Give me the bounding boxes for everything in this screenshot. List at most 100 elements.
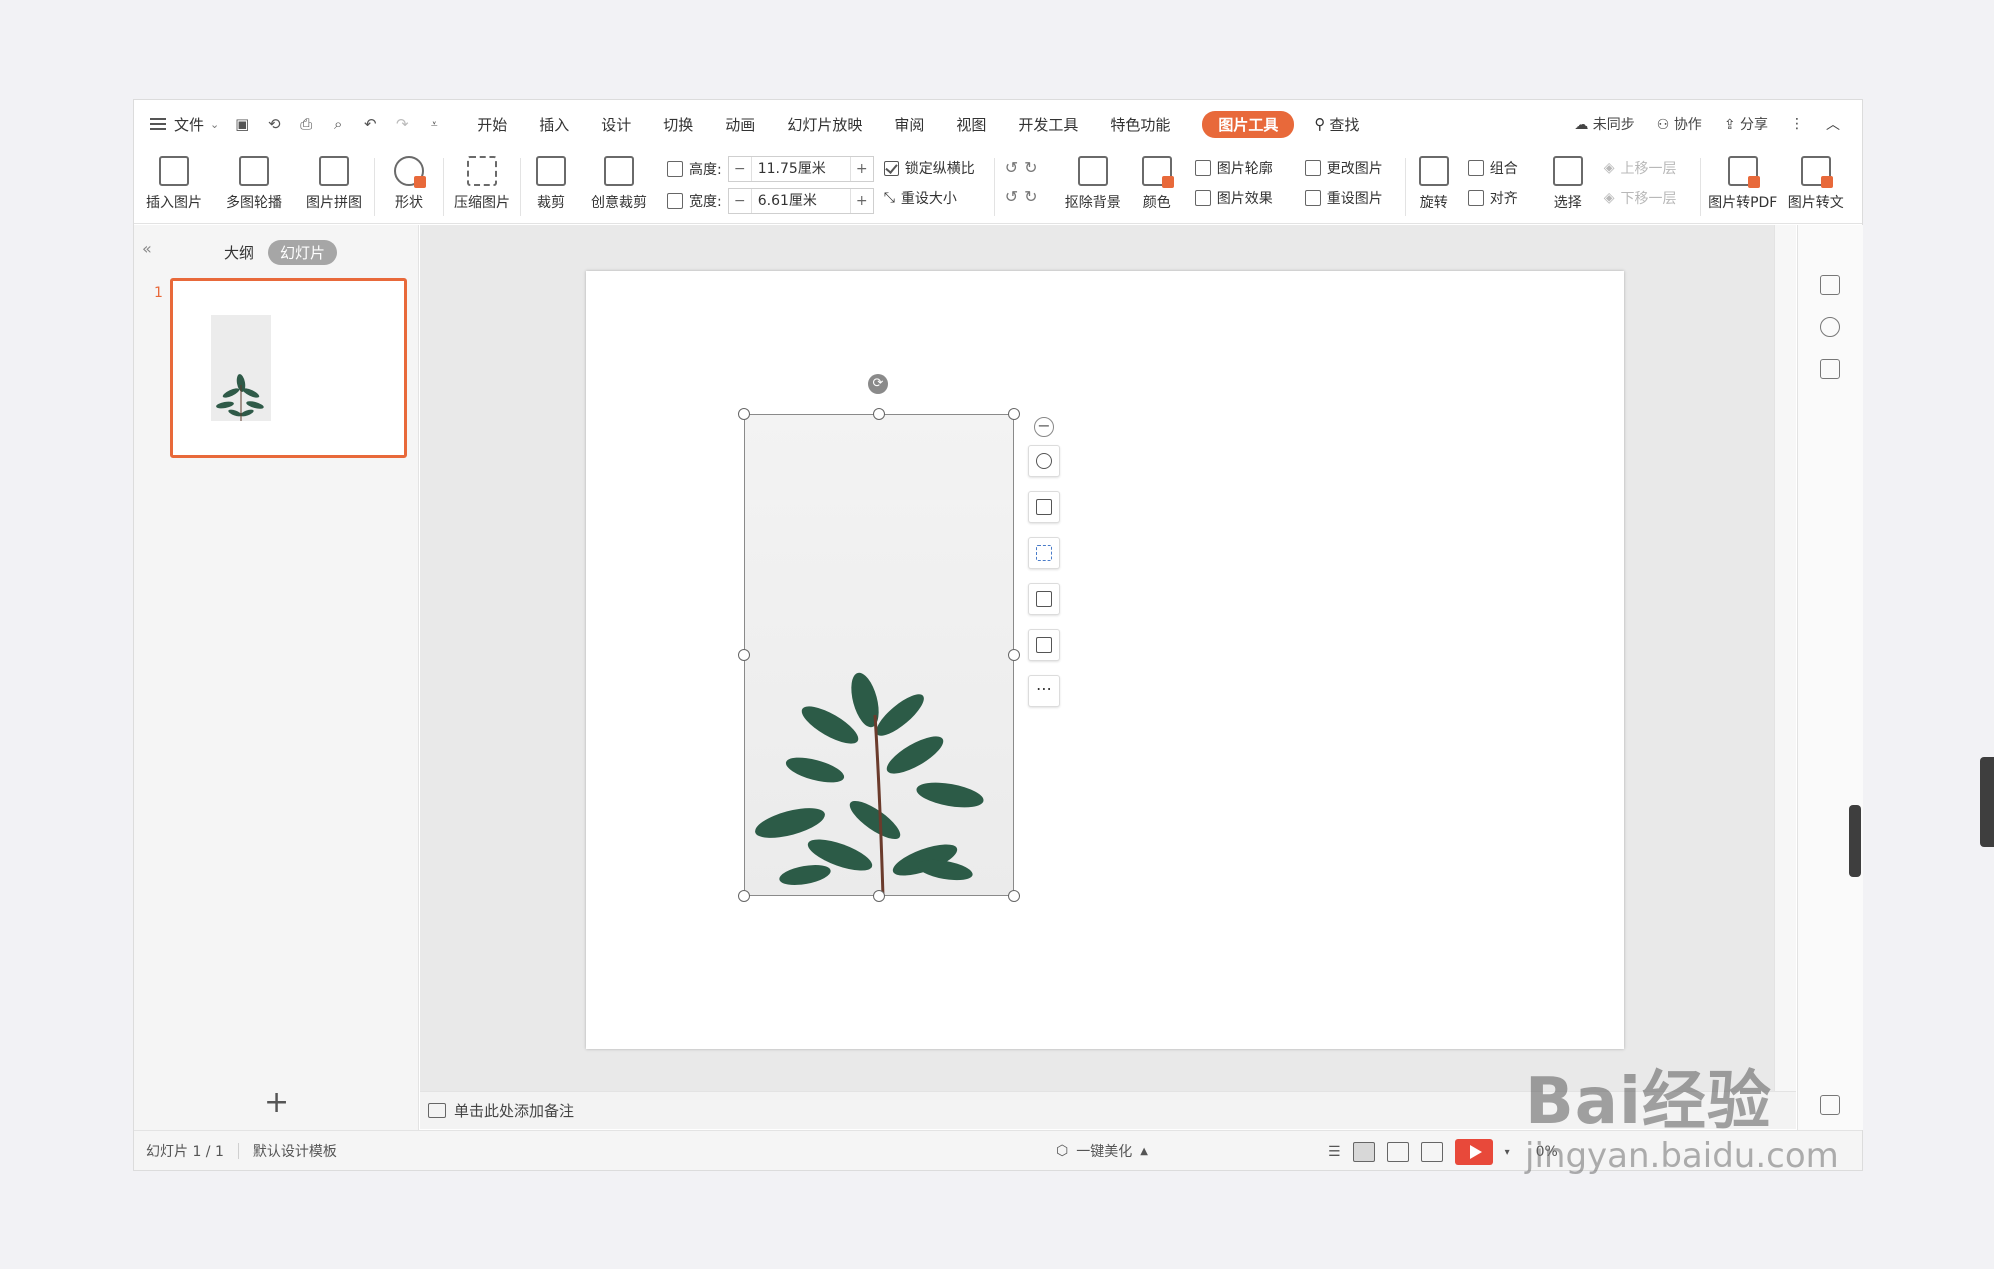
sorter-view-button[interactable] <box>1386 1142 1409 1162</box>
plant-image <box>755 672 984 898</box>
template-name[interactable]: 默认设计模板 <box>253 1141 337 1161</box>
picture-effect-button[interactable]: 图片效果 <box>1194 188 1299 208</box>
width-value[interactable]: 6.61厘米 <box>750 189 851 213</box>
more-icon[interactable]: ⋮ <box>1790 116 1804 132</box>
width-decrease[interactable]: − <box>729 193 751 209</box>
float-crop-button[interactable] <box>1028 491 1060 523</box>
resize-handle[interactable] <box>738 408 750 420</box>
tab-picture-tools[interactable]: 图片工具 <box>1202 110 1295 138</box>
flip-right-icon[interactable]: ↻ <box>1024 187 1037 206</box>
slide[interactable]: ⟳ − ⋯ <box>586 271 1624 1049</box>
reading-view-button[interactable] <box>1420 1142 1443 1162</box>
slide-thumbnail[interactable] <box>170 278 407 458</box>
height-increase[interactable]: + <box>851 161 873 177</box>
reset-picture-icon <box>1304 190 1321 206</box>
remove-background-button[interactable]: 抠除背景 <box>1055 148 1131 224</box>
compress-picture-button[interactable]: 压缩图片 <box>444 148 520 224</box>
bring-forward-button[interactable]: ◈ 上移一层 <box>1604 158 1700 178</box>
collab-button[interactable]: ⚇ 协作 <box>1657 114 1702 134</box>
lock-ratio-checkbox[interactable]: 锁定纵横比 <box>883 158 984 178</box>
save-icon[interactable]: ▣ <box>233 115 251 133</box>
tab-view[interactable]: 视图 <box>956 114 986 135</box>
resize-handle[interactable] <box>738 649 750 661</box>
shape-button[interactable]: 形状 <box>375 148 443 224</box>
resize-handle[interactable] <box>738 890 750 902</box>
resize-handle[interactable] <box>873 890 885 902</box>
tab-developer[interactable]: 开发工具 <box>1018 114 1078 135</box>
rotate-button[interactable]: 旋转 <box>1406 148 1462 224</box>
flip-left-icon[interactable]: ↺ <box>1005 187 1018 206</box>
group-button[interactable]: 组合 <box>1467 158 1540 178</box>
layers-icon[interactable] <box>1820 359 1840 379</box>
search-box[interactable]: ⚲ 查找 <box>1314 114 1359 135</box>
tab-slides[interactable]: 幻灯片 <box>268 240 338 265</box>
rotate-right-icon[interactable]: ↻ <box>1024 158 1037 177</box>
picture-outline-button[interactable]: 图片轮廓 <box>1194 158 1299 178</box>
rotate-left-icon[interactable]: ↺ <box>1005 158 1018 177</box>
add-slide-button[interactable]: + <box>264 1085 289 1120</box>
color-button[interactable]: 颜色 <box>1131 148 1183 224</box>
collapse-panel-icon[interactable]: « <box>142 239 152 258</box>
picture-to-text-button[interactable]: 图片转文 <box>1785 148 1847 224</box>
tab-slideshow[interactable]: 幻灯片放映 <box>787 114 862 135</box>
multi-carousel-button[interactable]: 多图轮播 <box>214 148 294 224</box>
customize-icon[interactable]: ⩡ <box>425 117 443 132</box>
play-slideshow-button[interactable] <box>1454 1139 1493 1165</box>
width-spinner[interactable]: − 6.61厘米 + <box>727 188 874 214</box>
tab-design[interactable]: 设计 <box>601 114 631 135</box>
more-options-icon[interactable]: ⋯ <box>1028 675 1060 707</box>
selected-picture[interactable] <box>744 414 1014 898</box>
height-value[interactable]: 11.75厘米 <box>750 157 851 181</box>
redo-icon[interactable]: ↷ <box>393 115 411 133</box>
file-menu-button[interactable]: 文件 ⌄ <box>150 114 219 135</box>
crop-button[interactable]: 裁剪 <box>521 148 581 224</box>
insert-picture-button[interactable]: 插入图片 <box>134 148 214 224</box>
creative-crop-button[interactable]: 创意裁剪 <box>581 148 657 224</box>
tab-features[interactable]: 特色功能 <box>1110 114 1170 135</box>
star-icon[interactable] <box>1820 317 1840 337</box>
beautify-button[interactable]: ⬡ 一键美化 ▲ <box>1056 1141 1148 1161</box>
reset-size-button[interactable]: ⤡ 重设大小 <box>884 188 984 208</box>
properties-icon[interactable] <box>1820 275 1840 295</box>
print-preview-icon[interactable]: ⌕ <box>329 115 347 133</box>
select-button[interactable]: 选择 <box>1540 148 1596 224</box>
export-icon[interactable]: ⟲ <box>265 115 283 133</box>
picture-to-pdf-button[interactable]: 图片转PDF <box>1701 148 1785 224</box>
change-picture-button[interactable]: 更改图片 <box>1304 158 1399 178</box>
resize-handle[interactable] <box>1008 408 1020 420</box>
normal-view-button[interactable] <box>1352 1142 1375 1162</box>
height-spinner[interactable]: − 11.75厘米 + <box>727 156 874 182</box>
float-layout-button[interactable] <box>1028 629 1060 661</box>
rotate-handle-icon[interactable]: ⟳ <box>868 374 888 394</box>
notes-toggle-icon[interactable]: ☰ <box>1328 1144 1341 1160</box>
resize-handle[interactable] <box>873 408 885 420</box>
tab-insert[interactable]: 插入 <box>539 114 569 135</box>
width-increase[interactable]: + <box>851 193 873 209</box>
play-options-icon[interactable]: ▾ <box>1505 1147 1510 1158</box>
side-handle[interactable] <box>1980 757 1994 847</box>
collapse-float-icon[interactable]: − <box>1034 417 1054 437</box>
undo-icon[interactable]: ↶ <box>361 115 379 133</box>
picture-collage-button[interactable]: 图片拼图 <box>294 148 374 224</box>
share-button[interactable]: ⇪ 分享 <box>1724 114 1768 134</box>
send-backward-button[interactable]: ◈ 下移一层 <box>1604 188 1700 208</box>
tab-home[interactable]: 开始 <box>477 114 507 135</box>
collapse-ribbon-icon[interactable]: ︿ <box>1826 114 1840 134</box>
zoom-picture-button[interactable] <box>1028 445 1060 477</box>
tab-outline[interactable]: 大纲 <box>224 242 254 263</box>
side-handle[interactable] <box>1849 805 1861 877</box>
reset-picture-button[interactable]: 重设图片 <box>1304 188 1399 208</box>
print-icon[interactable]: ⎙ <box>297 115 315 133</box>
tab-review[interactable]: 审阅 <box>894 114 924 135</box>
tab-transitions[interactable]: 切换 <box>663 114 693 135</box>
sync-button[interactable]: ☁ 未同步 <box>1574 114 1634 134</box>
tab-animations[interactable]: 动画 <box>725 114 755 135</box>
float-replace-button[interactable] <box>1028 583 1060 615</box>
align-button[interactable]: 对齐 <box>1467 188 1540 208</box>
vertical-scrollbar[interactable] <box>1774 225 1796 1091</box>
float-extract-button[interactable] <box>1028 537 1060 569</box>
height-decrease[interactable]: − <box>729 161 751 177</box>
resize-handle[interactable] <box>1008 649 1020 661</box>
color-label: 颜色 <box>1142 195 1171 211</box>
resize-handle[interactable] <box>1008 890 1020 902</box>
